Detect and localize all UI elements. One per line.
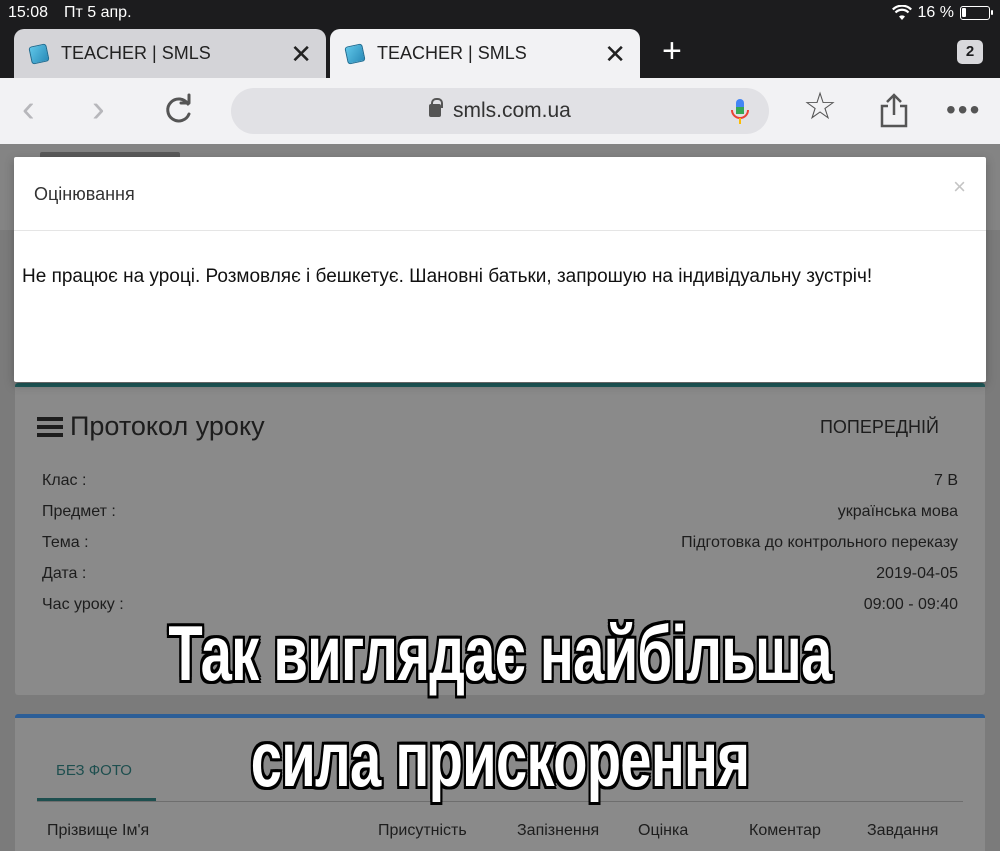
book-favicon-icon xyxy=(344,42,366,65)
column-late: Запізнення xyxy=(517,822,600,839)
modal-comment-text: Не працює на уроці. Розмовляє і бешкетує… xyxy=(22,266,873,287)
modal-header: Оцінювання × xyxy=(14,157,986,231)
wifi-icon xyxy=(891,5,912,20)
tab-title: TEACHER | SMLS xyxy=(377,43,527,63)
info-label: Предмет : xyxy=(42,503,116,520)
address-bar[interactable]: smls.com.ua xyxy=(231,88,769,134)
url-text: smls.com.ua xyxy=(453,99,571,122)
meme-caption-line-1: Так виглядає найбільша xyxy=(168,609,832,697)
more-options-icon[interactable]: ••• xyxy=(946,96,981,124)
info-value: 2019-04-05 xyxy=(876,565,958,582)
share-icon[interactable] xyxy=(878,92,910,128)
grading-modal: Оцінювання × Не працює на уроці. Розмовл… xyxy=(14,157,986,382)
bookmark-star-icon[interactable]: ☆ xyxy=(803,88,837,126)
forward-icon[interactable]: › xyxy=(92,90,105,128)
close-icon[interactable]: × xyxy=(953,176,966,198)
column-name: Прізвище Ім'я xyxy=(47,822,150,839)
info-value: 09:00 - 09:40 xyxy=(863,596,958,613)
info-label: Дата : xyxy=(42,565,87,582)
info-label: Тема : xyxy=(42,534,89,551)
microphone-icon[interactable] xyxy=(729,98,751,126)
browser-tab-1[interactable]: TEACHER | SMLS ✕ xyxy=(14,29,326,78)
tab-bar: TEACHER | SMLS ✕ TEACHER | SMLS ✕ + 2 xyxy=(0,26,1000,78)
battery-percent: 16 % xyxy=(917,4,954,21)
column-homework: Завдання xyxy=(867,822,939,839)
info-label: Клас : xyxy=(42,472,87,489)
column-attendance: Присутність xyxy=(378,822,467,839)
status-bar: 15:08 Пт 5 апр. 16 % xyxy=(0,0,1000,26)
browser-tab-2[interactable]: TEACHER | SMLS ✕ xyxy=(330,29,640,78)
protocol-title: Протокол уроку xyxy=(70,411,265,441)
status-right: 16 % xyxy=(891,4,993,22)
browser-toolbar: ‹ › smls.com.ua ☆ ••• xyxy=(0,78,1000,144)
info-value: 7 В xyxy=(933,472,958,489)
protocol-heading: Протокол уроку xyxy=(37,411,265,442)
info-value: Підготовка до контрольного переказу xyxy=(681,534,958,551)
back-icon[interactable]: ‹ xyxy=(22,90,35,128)
battery-icon xyxy=(960,6,993,20)
book-favicon-icon xyxy=(28,42,50,65)
meme-caption-line-2: сила прискорення xyxy=(250,715,750,803)
column-grade: Оцінка xyxy=(638,822,689,839)
close-tab-icon[interactable]: ✕ xyxy=(604,41,626,67)
status-time: 15:08 xyxy=(8,4,49,21)
status-date: Пт 5 апр. xyxy=(64,4,132,21)
tab-title: TEACHER | SMLS xyxy=(61,43,211,63)
tab-no-photo[interactable]: БЕЗ ФОТО xyxy=(56,762,132,779)
list-icon xyxy=(37,416,63,437)
info-value: українська мова xyxy=(837,503,958,520)
close-tab-icon[interactable]: ✕ xyxy=(290,41,312,67)
new-tab-icon[interactable]: + xyxy=(662,32,682,71)
previous-button[interactable]: ПОПЕРЕДНІЙ xyxy=(820,417,939,438)
tab-count-badge[interactable]: 2 xyxy=(957,40,983,64)
reload-icon[interactable] xyxy=(160,92,196,128)
lock-icon xyxy=(429,98,443,117)
info-label: Час уроку : xyxy=(42,596,124,613)
modal-title: Оцінювання xyxy=(34,184,135,204)
column-comment: Коментар xyxy=(749,822,821,839)
